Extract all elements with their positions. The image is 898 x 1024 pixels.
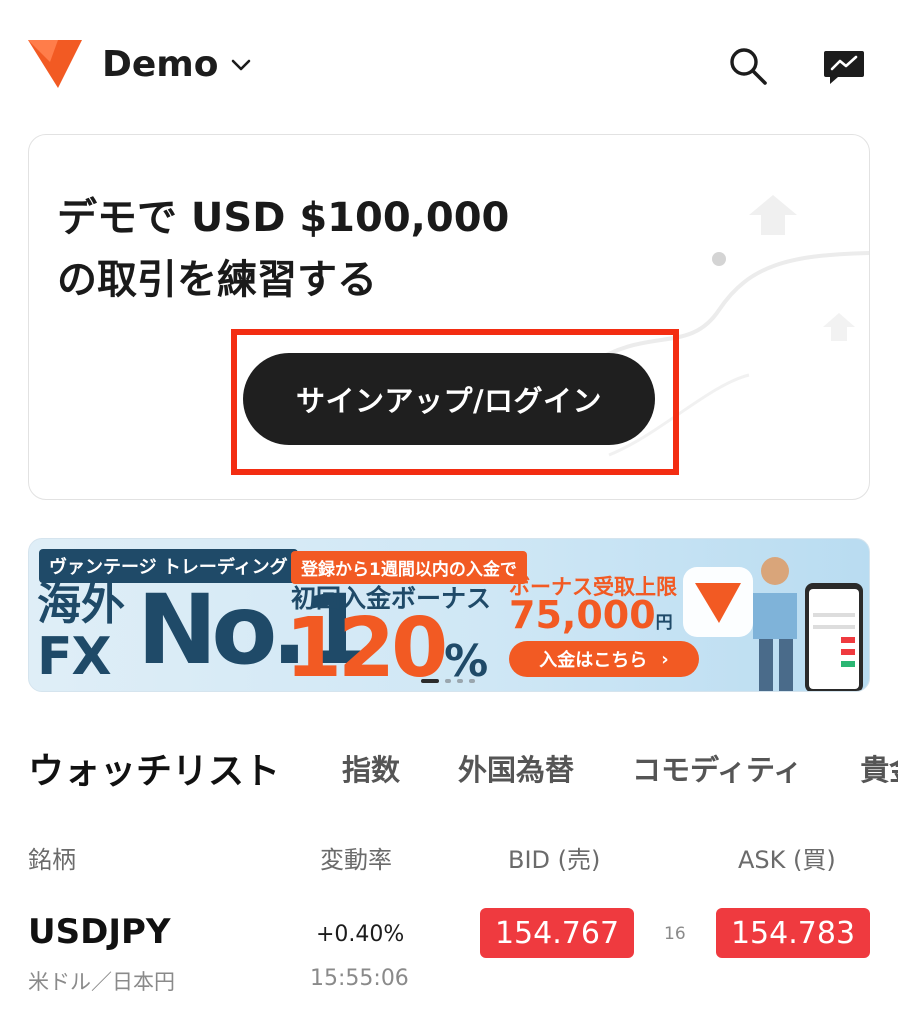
- pagination-dot: [457, 679, 463, 683]
- banner-headline-line2: FX: [37, 627, 112, 687]
- logo-icon: [28, 38, 84, 90]
- tab-4[interactable]: 貴金: [860, 747, 898, 789]
- chevron-right-icon: ›: [661, 648, 669, 670]
- demo-title-line1: デモで USD $100,000: [57, 195, 510, 241]
- row-name: 米ドル／日本円: [28, 970, 175, 994]
- promo-banner[interactable]: ヴァンテージ トレーディング 海外 FX No.1 登録から1週間以内の入金で …: [28, 538, 870, 692]
- col-header-symbol: 銘柄: [28, 846, 76, 874]
- banner-headline: 海外 FX: [37, 579, 125, 683]
- demo-title: デモで USD $100,000 の取引を練習する: [57, 187, 509, 311]
- col-header-bid: BID (売): [508, 846, 601, 874]
- banner-illustration-icon: [683, 557, 863, 691]
- pagination-dot: [421, 679, 439, 683]
- col-header-ask: ASK (買): [738, 846, 836, 874]
- bid-price-button[interactable]: 154.767: [480, 908, 634, 958]
- search-icon[interactable]: [726, 44, 770, 88]
- banner-limit-number: 75,000: [509, 593, 656, 637]
- demo-promo-card: デモで USD $100,000 の取引を練習する サインアップ/ログイン: [28, 134, 870, 500]
- ask-price-button[interactable]: 154.783: [716, 908, 870, 958]
- app-header: Demo: [0, 0, 898, 130]
- pagination-dot: [469, 679, 475, 683]
- row-time: 15:55:06: [310, 966, 409, 991]
- banner-limit-unit: 円: [655, 613, 673, 633]
- row-spread: 16: [664, 924, 686, 944]
- banner-pagination: [421, 679, 475, 683]
- row-change: +0.40%: [316, 922, 405, 947]
- account-label: Demo: [102, 44, 219, 85]
- chat-icon[interactable]: [822, 44, 866, 88]
- chevron-down-icon: [231, 59, 250, 70]
- col-header-change: 変動率: [320, 846, 392, 874]
- tab-0[interactable]: ウォッチリスト: [28, 742, 280, 794]
- tab-3[interactable]: コモディティ: [632, 747, 802, 789]
- row-symbol: USDJPY: [28, 912, 171, 952]
- tab-1[interactable]: 指数: [342, 747, 400, 789]
- deposit-cta-label: 入金はこちら: [539, 650, 648, 671]
- deposit-cta-button[interactable]: 入金はこちら ›: [509, 641, 699, 677]
- market-tabs: ウォッチリスト 指数 外国為替 コモディティ 貴金: [28, 740, 898, 796]
- signup-login-button[interactable]: サインアップ/ログイン: [243, 353, 655, 445]
- banner-headline-line1: 海外: [37, 579, 125, 630]
- demo-title-line2: の取引を練習する: [57, 257, 377, 303]
- account-selector[interactable]: Demo: [102, 44, 253, 85]
- pagination-dot: [445, 679, 451, 683]
- banner-limit-amount: 75,000円: [509, 593, 673, 637]
- tab-2[interactable]: 外国為替: [458, 747, 574, 789]
